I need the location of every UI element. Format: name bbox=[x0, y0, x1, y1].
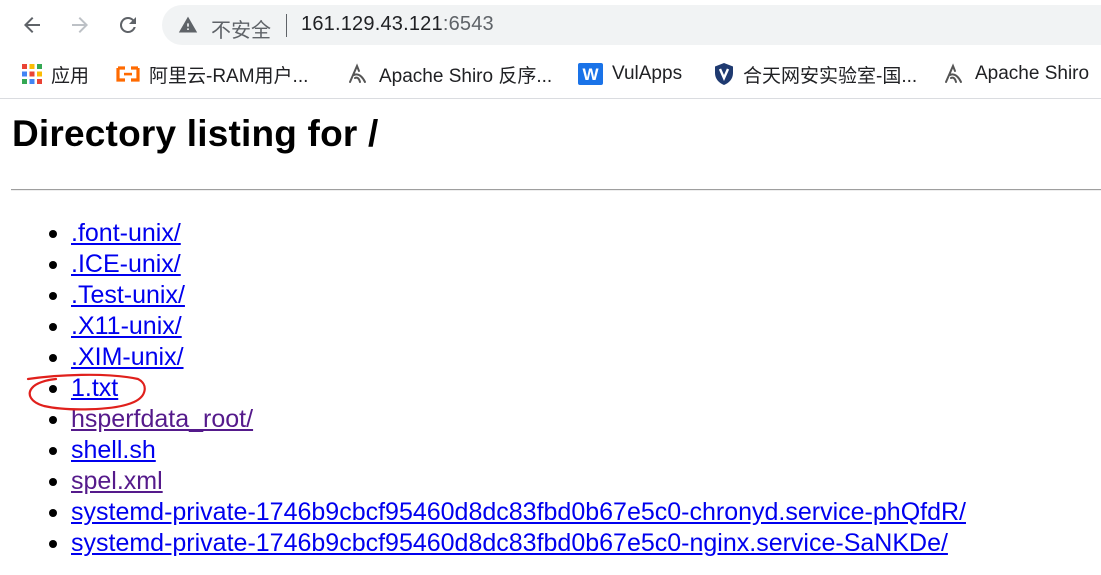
bullet bbox=[49, 478, 57, 486]
bullet bbox=[49, 292, 57, 300]
aliyun-icon bbox=[116, 66, 140, 82]
bookmark-label: 应用 bbox=[51, 65, 90, 87]
bookmark-label: 阿里云-RAM用户... bbox=[149, 65, 309, 87]
file-link[interactable]: systemd-private-1746b9cbcf95460d8dc83fbd… bbox=[71, 528, 948, 559]
bullet bbox=[49, 447, 57, 455]
bookmark-vulapps[interactable]: W VulApps bbox=[578, 60, 682, 88]
bullet bbox=[49, 354, 57, 362]
horizontal-rule bbox=[11, 189, 1101, 191]
url-host: 161.129.43.121 bbox=[301, 13, 443, 35]
bookmark-label: Apache Shiro 反序... bbox=[379, 65, 553, 87]
back-arrow-icon bbox=[24, 17, 40, 33]
page-title: Directory listing for / bbox=[12, 113, 379, 154]
reload-icon bbox=[119, 16, 136, 33]
bullet bbox=[49, 385, 57, 393]
security-status-label[interactable]: 不安全 bbox=[211, 14, 271, 43]
url-port: :6543 bbox=[442, 13, 494, 35]
bullet bbox=[49, 416, 57, 424]
bookmark-label: 合天网安实验室-国... bbox=[743, 65, 918, 87]
back-button[interactable] bbox=[17, 10, 47, 40]
file-link[interactable]: hsperfdata_root/ bbox=[71, 404, 253, 435]
file-link[interactable]: .ICE-unix/ bbox=[71, 249, 181, 280]
file-link[interactable]: systemd-private-1746b9cbcf95460d8dc83fbd… bbox=[71, 497, 966, 528]
shiro-icon bbox=[349, 63, 366, 83]
file-link[interactable]: .font-unix/ bbox=[71, 218, 181, 249]
w-icon: W bbox=[578, 63, 603, 85]
bookmark-apache-shiro-2[interactable]: Apache Shiro bbox=[942, 60, 1089, 88]
bookmarks-bar: 应用 阿里云-RAM用户... Apache Shiro 反序... W Vul… bbox=[0, 50, 1101, 99]
bookmark-apps[interactable]: 应用 bbox=[22, 60, 89, 88]
bookmark-label: VulApps bbox=[612, 63, 683, 84]
bookmark-apache-shiro-1[interactable]: Apache Shiro 反序... bbox=[346, 60, 552, 88]
bookmark-aliyun[interactable]: 阿里云-RAM用户... bbox=[116, 60, 308, 88]
url-text[interactable]: 161.129.43.121:6543 bbox=[301, 13, 494, 36]
bullet bbox=[49, 540, 57, 548]
bullet bbox=[49, 509, 57, 517]
shield-icon bbox=[715, 63, 733, 85]
shiro-icon bbox=[945, 63, 962, 83]
svg-text:W: W bbox=[582, 65, 599, 84]
file-link[interactable]: .XIM-unix/ bbox=[71, 342, 184, 373]
bullet bbox=[49, 323, 57, 331]
forward-arrow-icon bbox=[72, 17, 88, 33]
apps-grid-icon bbox=[22, 64, 42, 84]
warning-triangle-icon[interactable] bbox=[178, 15, 198, 35]
reload-button[interactable] bbox=[113, 10, 143, 40]
omnibox-divider bbox=[286, 14, 287, 37]
forward-button[interactable] bbox=[65, 10, 95, 40]
bookmark-hetian[interactable]: 合天网安实验室-国... bbox=[714, 60, 917, 88]
file-link[interactable]: .X11-unix/ bbox=[71, 311, 182, 342]
file-link[interactable]: 1.txt bbox=[71, 373, 118, 404]
browser-toolbar: 不安全 161.129.43.121:6543 bbox=[0, 0, 1101, 50]
bullet bbox=[49, 230, 57, 238]
address-bar[interactable]: 不安全 161.129.43.121:6543 bbox=[162, 5, 1101, 45]
file-link[interactable]: shell.sh bbox=[71, 435, 156, 466]
file-link[interactable]: spel.xml bbox=[71, 466, 163, 497]
bookmark-label: Apache Shiro bbox=[975, 63, 1090, 84]
bullet bbox=[49, 261, 57, 269]
file-link[interactable]: .Test-unix/ bbox=[71, 280, 185, 311]
